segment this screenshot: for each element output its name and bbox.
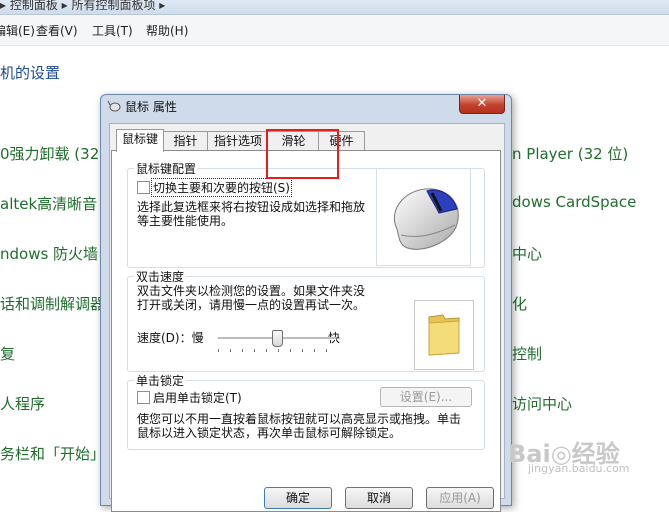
swap-buttons-checkbox[interactable] (137, 181, 150, 194)
cp-item-access-center[interactable]: 访问中心 (512, 393, 572, 414)
cancel-button[interactable]: 取消 (345, 487, 413, 509)
apply-button[interactable]: 应用(A) (426, 487, 494, 509)
close-button[interactable]: ✕ (459, 95, 505, 114)
menu-help[interactable]: 帮助(H) (146, 22, 188, 39)
folder-icon (428, 314, 460, 356)
button-label: 设置(E)... (399, 390, 453, 404)
speed-label: 速度(D)：慢 (137, 331, 204, 345)
speed-slider-thumb[interactable] (272, 330, 283, 347)
cp-item-personalize[interactable]: 化 (512, 293, 527, 314)
page-title: 机的设置 (0, 64, 61, 82)
ok-button[interactable]: 确定 (264, 487, 332, 509)
double-click-description-2: 打开或关闭，请用慢一点的设置再试一次。 (137, 298, 366, 312)
close-icon: ✕ (476, 96, 488, 111)
group-legend: 鼠标键配置 (134, 160, 199, 177)
cp-item-media-player[interactable]: n Player (32 位) (512, 143, 628, 164)
address-bar: ▸ 控制面板 ▸ 所有控制面板项 ▸ (0, 0, 669, 15)
click-lock-description-2: 鼠标以进入锁定状态，再次单击鼠标可解除锁定。 (137, 426, 402, 440)
tab-label: 指针 (173, 134, 198, 148)
cp-item-default-programs[interactable]: 人程序 (0, 393, 45, 414)
mouse-image (376, 168, 471, 266)
group-legend: 单击锁定 (134, 372, 187, 389)
cp-item-recovery[interactable]: 复 (0, 343, 15, 364)
cp-item-taskbar-start[interactable]: 务栏和「开始」 (0, 443, 105, 464)
mouse-illustration-icon (394, 188, 459, 250)
dialog-title: 鼠标 属性 (125, 100, 177, 114)
watermark-url: jingyan.baidu.com (528, 462, 630, 475)
cp-item-uninstall[interactable]: 0强力卸载 (32 (0, 143, 99, 164)
button-label: 确定 (285, 491, 310, 505)
click-lock-checkbox[interactable] (137, 391, 150, 404)
highlight-box (266, 129, 339, 179)
menu-view[interactable]: 查看(V) (36, 22, 78, 39)
menu-edit[interactable]: 编辑(E) (0, 22, 35, 39)
test-folder-area[interactable] (414, 300, 474, 370)
button-label: 取消 (366, 491, 391, 505)
menu-tools[interactable]: 工具(T) (92, 22, 133, 39)
click-lock-label[interactable]: 启用单击锁定(T) (153, 389, 242, 406)
tab-label: 指针选项 (213, 134, 262, 148)
tab-label: 鼠标键 (121, 132, 158, 146)
cp-item-realtek-audio[interactable]: altek高清晰音 (0, 193, 97, 214)
cp-item-firewall[interactable]: ndows 防火墙 (0, 243, 98, 264)
slider-ticks (218, 349, 336, 352)
cp-item-control[interactable]: 控制 (512, 343, 542, 364)
tab-buttons[interactable]: 鼠标键 (116, 129, 164, 152)
breadcrumb[interactable]: ▸ 控制面板 ▸ 所有控制面板项 ▸ (0, 0, 165, 13)
swap-buttons-description-2: 等主要性能使用。 (137, 214, 234, 228)
tab-pointer-options[interactable]: 指针选项 (207, 131, 269, 151)
tab-pointers[interactable]: 指针 (162, 131, 209, 151)
click-lock-settings-button[interactable]: 设置(E)... (380, 387, 472, 407)
swap-buttons-label[interactable]: 切换主要和次要的按钮(S) (151, 178, 292, 197)
mouse-icon (107, 100, 121, 112)
cp-item-phone-modem[interactable]: 话和调制解调器 (0, 293, 105, 314)
button-label: 应用(A) (439, 491, 481, 505)
cp-item-cardspace[interactable]: dows CardSpace (512, 193, 636, 211)
cp-item-center[interactable]: 中心 (512, 243, 542, 264)
